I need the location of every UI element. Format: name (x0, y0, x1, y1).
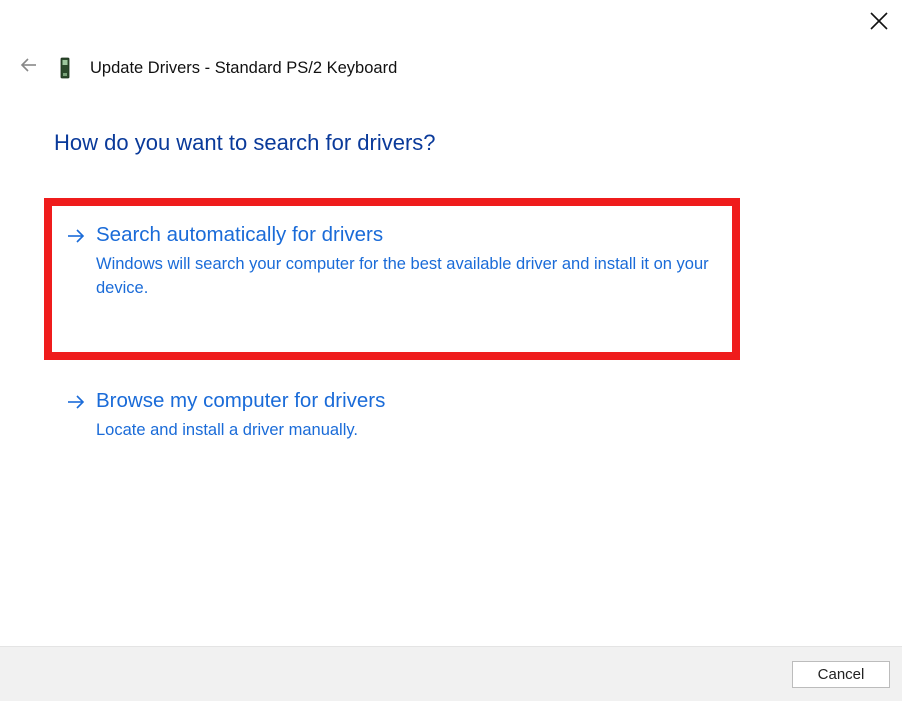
close-icon (870, 12, 888, 30)
option-description: Windows will search your computer for th… (96, 253, 726, 301)
option-description: Locate and install a driver manually. (96, 419, 726, 443)
back-arrow-icon (20, 56, 38, 74)
dialog-question: How do you want to search for drivers? (54, 130, 436, 156)
back-button[interactable] (20, 56, 38, 80)
option-browse-computer[interactable]: Browse my computer for drivers Locate an… (66, 388, 726, 443)
dialog-footer: Cancel (0, 646, 902, 701)
close-button[interactable] (870, 12, 888, 30)
arrow-right-icon (66, 392, 86, 417)
option-title: Search automatically for drivers (96, 222, 726, 249)
option-search-automatically[interactable]: Search automatically for drivers Windows… (66, 222, 726, 300)
dialog-title: Update Drivers - Standard PS/2 Keyboard (90, 59, 397, 78)
cancel-button[interactable]: Cancel (792, 661, 890, 688)
arrow-right-icon (66, 226, 86, 251)
option-title: Browse my computer for drivers (96, 388, 726, 415)
device-icon (58, 57, 72, 79)
dialog-header: Update Drivers - Standard PS/2 Keyboard (20, 56, 397, 80)
